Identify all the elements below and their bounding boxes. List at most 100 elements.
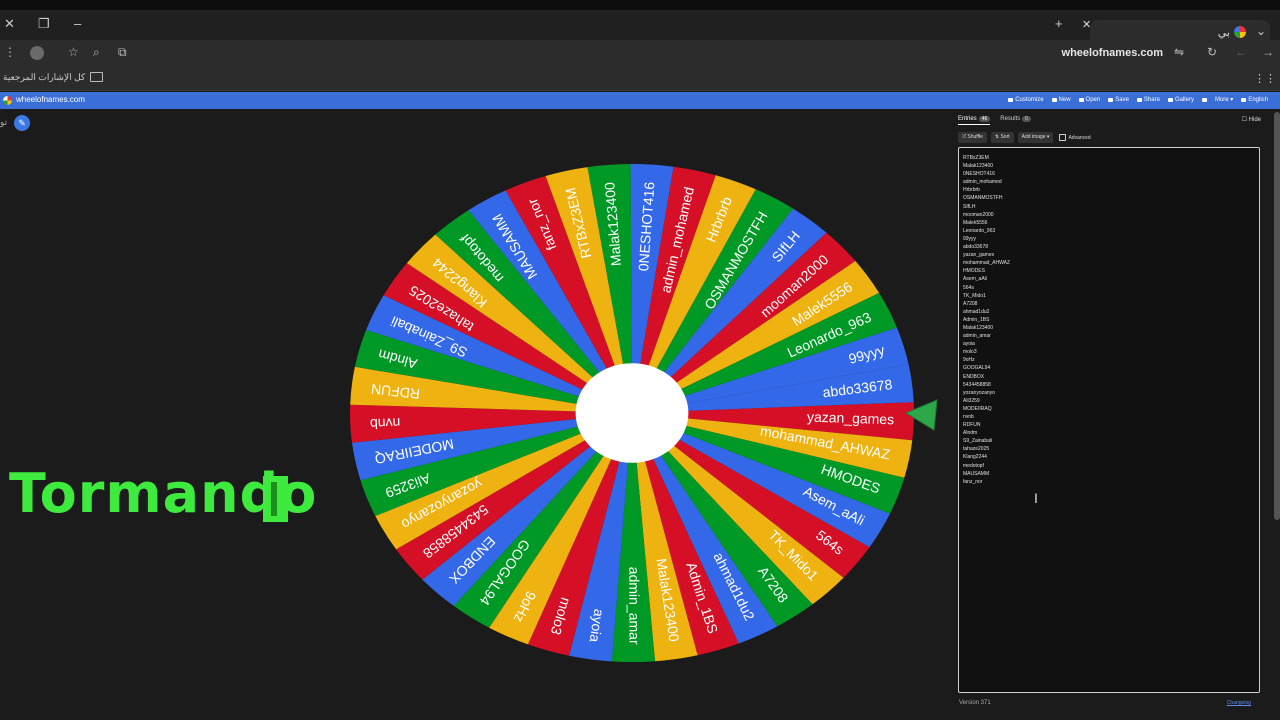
version-text: Version 371 xyxy=(959,700,991,706)
new-tab-icon[interactable]: + xyxy=(1055,16,1063,31)
entry-line: Malak123400 xyxy=(963,324,994,331)
apps-grid-icon[interactable]: ⋮⋮ xyxy=(1254,72,1276,85)
fullscreen-icon xyxy=(1201,97,1207,102)
wheel-center-hub[interactable] xyxy=(575,363,689,463)
tab-list-chevron-icon[interactable]: ⌄ xyxy=(1256,24,1266,38)
entry-line: abdo33678 xyxy=(963,244,989,251)
menu-open[interactable]: Open xyxy=(1078,96,1101,103)
entry-line: mohammad_AHWAZ xyxy=(963,260,1011,267)
entry-line: MAUSAMM xyxy=(963,470,990,477)
menu-language-label: English xyxy=(1248,96,1268,103)
forward-icon[interactable]: ← xyxy=(1235,45,1247,59)
entry-line: Malek5556 xyxy=(963,219,988,226)
menu-customize[interactable]: Customize xyxy=(1008,96,1044,103)
extensions-icon[interactable]: ⧉ xyxy=(118,45,127,60)
close-window-icon[interactable]: ✕ xyxy=(4,16,15,32)
checkbox-box xyxy=(1059,134,1067,141)
reload-icon[interactable]: ↻ xyxy=(1207,45,1217,59)
menu-dots-icon[interactable]: ⋮ xyxy=(4,45,16,59)
entries-toolbar: ⤮ Shuffle ⇅ Sort Add image ▾ Advanced xyxy=(958,132,1093,143)
tab-results-label: Results xyxy=(1000,116,1021,122)
entry-line: A7208 xyxy=(963,300,978,307)
entry-line: 0NESHOT416 xyxy=(963,171,995,178)
shuffle-label: Shuffle xyxy=(967,134,983,140)
page-scrollbar[interactable] xyxy=(1274,112,1280,520)
all-bookmarks-link[interactable]: كل الإشارات المرجعية xyxy=(3,72,85,83)
entry-line: Asem_aAli xyxy=(963,276,987,283)
entry-line: 99yyy xyxy=(963,235,977,242)
entry-line: Malak123400 xyxy=(963,163,994,170)
tab-favicon-icon xyxy=(1234,26,1246,38)
entry-line: TK_Mido1 xyxy=(963,292,986,299)
menu-save-label: Save xyxy=(1115,96,1129,103)
wheel-slice-label: admin_amar xyxy=(626,567,642,645)
search-icon xyxy=(1167,97,1173,102)
advanced-checkbox[interactable]: Advanced xyxy=(1057,132,1092,143)
minimize-window-icon[interactable]: – xyxy=(74,16,81,31)
palette-icon xyxy=(1008,97,1014,102)
menu-share[interactable]: Share xyxy=(1136,96,1160,103)
back-icon[interactable]: → xyxy=(1262,45,1274,59)
tab-close-icon[interactable]: ✕ xyxy=(1082,18,1230,31)
edit-pencil-icon[interactable]: ✎ xyxy=(14,115,30,131)
overlay-cursor-icon xyxy=(263,476,288,522)
entry-line: OSMANMOSTFH xyxy=(963,195,1003,202)
entry-line: 564s xyxy=(963,284,974,291)
menu-save[interactable]: Save xyxy=(1108,96,1129,103)
changelog-link[interactable]: Changelog xyxy=(1227,700,1251,706)
wheel-slice-label: nvnb xyxy=(369,415,400,432)
panel-tabs: Entries 46 Results 0 xyxy=(958,116,1032,125)
entry-line: RTBxZ3EM xyxy=(963,155,989,161)
entries-textarea[interactable]: RTBxZ3EM Malak123400 0NESHOT416 admin_moham… xyxy=(958,147,1260,693)
url-text[interactable]: wheelofnames.com xyxy=(1062,47,1163,59)
wheel-of-names[interactable]: abdo33678yazan_gamesmohammad_AHWAZHMODES… xyxy=(345,160,920,665)
profile-avatar-icon[interactable] xyxy=(30,46,44,60)
add-image-button[interactable]: Add image ▾ xyxy=(1017,132,1054,143)
shuffle-button[interactable]: ⤮ Shuffle xyxy=(958,132,987,143)
site-settings-icon[interactable]: ⇋ xyxy=(1174,45,1184,59)
entry-line: Hrbrbrb xyxy=(963,187,980,194)
menu-fullscreen[interactable] xyxy=(1201,96,1207,103)
menu-open-label: Open xyxy=(1085,96,1101,103)
menu-share-label: Share xyxy=(1143,96,1160,103)
entry-line: Alndm xyxy=(963,430,978,437)
entry-line: Admin_1BS xyxy=(963,316,990,323)
wheel-pointer-icon xyxy=(904,399,938,431)
tab-entries[interactable]: Entries 46 xyxy=(958,116,991,125)
entry-line: SIfLH xyxy=(963,203,976,210)
entry-line: GOOGAL94 xyxy=(963,365,991,372)
results-count-badge: 0 xyxy=(1022,116,1032,122)
entry-line: MODEIIRAQ xyxy=(963,405,992,412)
entry-line: fanz_nor xyxy=(963,478,983,485)
restore-window-icon[interactable]: ❐ xyxy=(38,16,50,32)
share-icon xyxy=(1136,97,1142,102)
entry-line: molo3 xyxy=(963,349,977,356)
menu-gallery[interactable]: Gallery xyxy=(1167,96,1194,103)
menu-more[interactable]: More ▾ xyxy=(1215,96,1233,103)
sort-label: Sort xyxy=(1000,134,1010,140)
window-top-strip xyxy=(0,0,1280,10)
menu-new[interactable]: New xyxy=(1051,96,1071,103)
entry-line: Leonardo_963 xyxy=(963,227,996,234)
hide-checkbox[interactable]: ☐ Hide xyxy=(1242,116,1261,123)
browser-tab-bar: ✕ ❐ – + ✕ بي ⌄ xyxy=(0,10,1280,50)
entry-line: ayoia xyxy=(963,341,975,348)
entry-line: admin_mohamed xyxy=(963,179,1002,186)
entries-list: RTBxZ3EM Malak123400 0NESHOT416 admin_moham… xyxy=(963,154,1255,486)
menu-language[interactable]: English xyxy=(1241,96,1268,103)
bookmark-star-icon[interactable]: ☆ xyxy=(68,45,79,59)
brand-name[interactable]: wheelofnames.com xyxy=(16,95,85,104)
entry-line: admin_amar xyxy=(963,333,991,340)
entry-line: ahmad1du2 xyxy=(963,308,990,315)
entries-panel: Entries 46 Results 0 ☐ Hide ⤮ Shuffle ⇅ So… xyxy=(955,112,1273,720)
advanced-label: Advanced xyxy=(1068,134,1091,141)
entry-line: HMODES xyxy=(963,268,985,275)
wheel-logo-icon xyxy=(3,96,12,105)
zoom-icon[interactable]: ⌕ xyxy=(93,45,100,60)
wheel-container[interactable]: abdo33678 yazan_games mohammad_AHWAZ HMODES… xyxy=(345,160,920,670)
save-icon xyxy=(1108,97,1114,102)
sort-button[interactable]: ⇅ Sort xyxy=(990,132,1014,143)
tab-entries-label: Entries xyxy=(958,116,977,122)
tab-results[interactable]: Results 0 xyxy=(1000,116,1032,125)
entry-line: yazan_games xyxy=(963,252,995,259)
